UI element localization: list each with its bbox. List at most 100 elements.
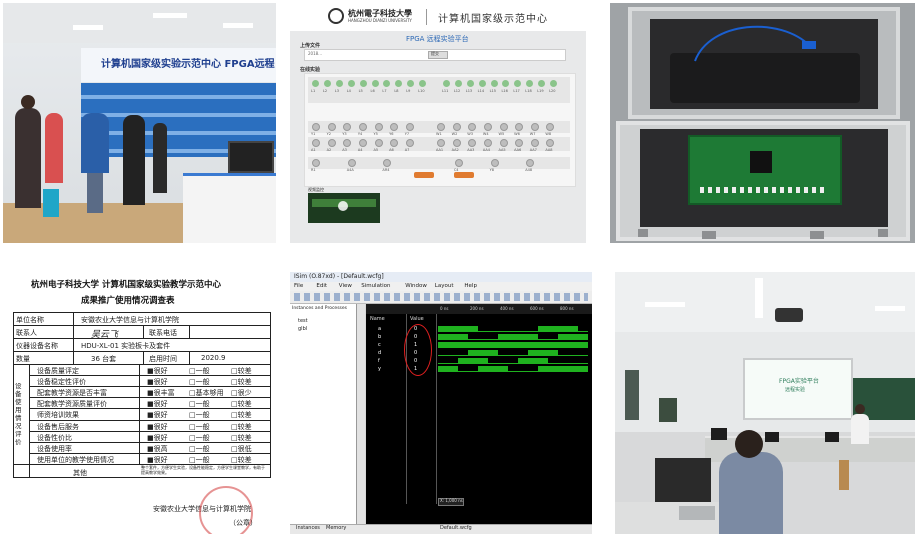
file-name: 2018... [308,51,322,56]
switch-icon[interactable] [452,139,461,147]
menu-item[interactable]: Edit [316,283,327,289]
tree-item[interactable]: glbl [298,326,307,332]
io-label: R1 [311,168,316,172]
switch-icon[interactable] [312,159,320,167]
window-title: ISim (O.87xd) - [Default.wcfg] [294,273,384,280]
switch-icon[interactable] [358,123,367,131]
tab-wavecfg[interactable]: Default.wcfg [440,525,472,531]
toolbar-icons[interactable] [294,293,588,301]
io-label: L8 [394,89,399,93]
signal-name[interactable]: d [378,350,381,356]
io-label: W7 [529,132,536,136]
io-label: A3 [342,148,347,152]
signal-name[interactable]: b [378,334,381,340]
switch-icon[interactable] [358,139,367,147]
screen-title: FPGA实验平台 [779,378,819,385]
person [153,123,167,193]
signal-value: 1 [414,366,418,372]
switch-icon[interactable] [312,123,320,131]
menu-item[interactable]: Layout [435,283,454,289]
switch-icon[interactable] [437,123,445,131]
io-label: A4 [357,148,363,152]
signal-name[interactable]: f [378,358,380,364]
switch-icon[interactable] [499,139,508,147]
person [123,115,145,205]
io-label: L12 [453,89,461,93]
row-value: 2020.9 [201,354,226,362]
io-label: A7 [404,148,410,152]
menu-item[interactable]: Window [405,283,427,289]
eval-option: □较差 [231,455,252,464]
io-label: L14 [477,89,485,93]
switch-icon[interactable] [405,123,414,131]
menu-item[interactable]: Help [464,283,477,289]
switch-icon[interactable] [452,123,461,131]
time-tick: 800 ns [560,306,574,311]
io-label: L18 [525,89,532,93]
switch-icon[interactable] [374,123,383,131]
person [719,452,783,534]
tab-memory[interactable]: Memory [326,525,346,531]
io-label: L16 [501,89,508,93]
person [81,113,109,173]
menu-item[interactable]: View [339,283,352,289]
io-label: AA3 [467,148,475,152]
switch-icon[interactable] [327,123,336,131]
wave-toolstrip[interactable] [357,304,365,524]
switch-icon[interactable] [490,159,499,167]
led-icon [454,80,462,87]
signal-name[interactable]: c [378,342,381,348]
switch-icon[interactable] [327,139,336,147]
switch-icon[interactable] [499,123,508,131]
row-label: 单位名称 [16,316,44,324]
io-label: C4 [453,168,459,172]
monitor [825,432,839,442]
switch-icon[interactable] [530,123,539,131]
switch-icon[interactable] [374,139,383,147]
switch-icon[interactable] [437,139,445,147]
tab-instances[interactable]: Instances [296,525,320,531]
io-label: AA2 [451,148,459,152]
row-label: 数量 [16,355,30,363]
time-tick: 0 ns [440,306,449,311]
switch-icon[interactable] [454,159,463,167]
switch-icon[interactable] [483,123,492,131]
play-icon[interactable] [338,201,348,211]
action-button[interactable] [414,172,434,178]
row-label: 启用时间 [149,355,177,363]
row-value: 安徽农业大学信息与计算机学院 [81,316,179,324]
other-label: 其他 [73,469,87,477]
switch-icon[interactable] [483,139,492,147]
waveform-high [468,350,498,356]
switch-icon[interactable] [405,139,414,147]
io-label: L17 [513,89,520,93]
fpga-chip [750,151,772,173]
eval-option: ■很好 [147,455,168,464]
io-label: L6 [370,89,375,93]
io-label: W2 [451,132,458,136]
io-label: AR4 [382,168,390,172]
action-button[interactable] [454,172,474,178]
switch-icon[interactable] [312,139,320,147]
signal-name[interactable]: a [378,326,381,332]
waveform-low [438,355,588,356]
ceiling-light [223,23,253,28]
menu-item[interactable]: Simulation [361,283,390,289]
led-icon [359,80,367,87]
platform-subtitle: FPGA 远程实验平台 [406,35,469,43]
io-label: L20 [549,89,556,93]
ceiling-light [153,13,187,18]
io-label: AA5 [498,148,506,152]
io-label: A4A [346,168,354,172]
fpga-kit-case-photo [610,3,915,243]
menu-item[interactable]: File [294,283,303,289]
switch-icon[interactable] [347,159,356,167]
signal-name[interactable]: y [378,366,381,372]
switch-icon[interactable] [530,139,539,147]
door [625,370,639,420]
io-label: Y1 [311,132,316,136]
io-label: A6 [389,148,394,152]
section-online: 在线实验 [300,67,321,73]
tree-item[interactable]: test [298,318,308,324]
isim-simulator-screenshot: ISim (O.87xd) - [Default.wcfg] Instances… [290,272,592,534]
